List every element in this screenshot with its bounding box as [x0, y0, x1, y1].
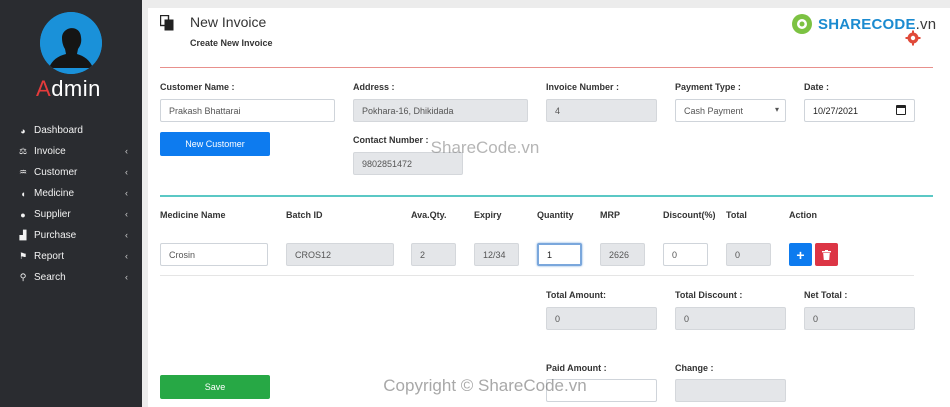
sidebar-item-customer[interactable]: ♒ Customer ‹ [0, 162, 142, 183]
chevron-left-icon: ‹ [125, 188, 128, 198]
net-total-field: 0 [804, 307, 915, 330]
quantity-input[interactable]: 1 [537, 243, 582, 266]
gear-icon [905, 30, 921, 46]
sidebar: Admin ◕ Dashboard ⚖ Invoice ‹ ♒ Customer… [0, 0, 142, 407]
flag-icon: ⚑ [18, 251, 28, 261]
chevron-left-icon: ‹ [125, 230, 128, 240]
date-value: 10/27/2021 [813, 105, 859, 116]
net-total-label: Net Total : [804, 290, 848, 300]
sidebar-item-label: Supplier [34, 209, 71, 220]
paid-amount-label: Paid Amount : [546, 363, 607, 373]
sidebar-item-label: Customer [34, 167, 78, 178]
column-header: MRP [600, 210, 620, 220]
column-header: Ava.Qty. [411, 210, 447, 220]
change-label: Change : [675, 363, 714, 373]
search-icon: ⚲ [19, 272, 27, 282]
batch-id-field: CROS12 [286, 243, 394, 266]
column-header: Action [789, 210, 817, 220]
handshake-icon: ♒ [18, 167, 28, 177]
page-subtitle: Create New Invoice [190, 38, 273, 48]
sidebar-item-label: Medicine [34, 188, 75, 199]
row-total-field: 0 [726, 243, 771, 266]
sidebar-item-purchase[interactable]: ▟ Purchase ‹ [0, 225, 142, 246]
admin-avatar [40, 12, 102, 74]
chevron-left-icon: ‹ [125, 251, 128, 261]
chevron-down-icon: ▾ [774, 105, 779, 114]
delete-row-button[interactable] [815, 243, 838, 266]
medicine-name-input[interactable]: Crosin [160, 243, 268, 266]
customer-name-input[interactable]: Prakash Bhattarai [160, 99, 335, 122]
plus-icon: + [796, 246, 805, 263]
invoice-number-field: 4 [546, 99, 657, 122]
invoice-panel: New Invoice Create New Invoice Customer … [148, 8, 950, 407]
mrp-field: 2626 [600, 243, 645, 266]
address-label: Address : [353, 82, 395, 92]
date-label: Date : [804, 82, 830, 92]
bar-chart-icon: ▟ [19, 230, 27, 240]
sidebar-item-label: Report [34, 251, 65, 262]
column-header: Medicine Name [160, 210, 226, 220]
available-quantity-field: 2 [411, 243, 456, 266]
chevron-left-icon: ‹ [125, 209, 128, 219]
row-divider [160, 275, 914, 276]
sidebar-item-label: Dashboard [34, 125, 83, 136]
column-header: Batch ID [286, 210, 323, 220]
copy-document-icon [160, 15, 174, 31]
sidebar-item-supplier[interactable]: ● Supplier ‹ [0, 204, 142, 225]
watermark-logo-text: SHARECODE [818, 15, 916, 33]
total-amount-label: Total Amount: [546, 290, 606, 300]
total-discount-label: Total Discount : [675, 290, 743, 300]
calendar-icon[interactable] [896, 105, 906, 115]
payment-type-value: Cash Payment [684, 105, 744, 116]
payment-type-select[interactable]: Cash Payment ▾ [675, 99, 786, 122]
chevron-left-icon: ‹ [125, 272, 128, 282]
column-header: Quantity [537, 210, 574, 220]
section-divider [160, 67, 933, 68]
address-field: Pokhara-16, Dhikidada [353, 99, 528, 122]
sidebar-item-report[interactable]: ⚑ Report ‹ [0, 246, 142, 267]
center-watermark: ShareCode.vn [430, 138, 540, 157]
discount-input[interactable]: 0 [663, 243, 708, 266]
chevron-left-icon: ‹ [125, 167, 128, 177]
sidebar-item-medicine[interactable]: ◖ Medicine ‹ [0, 183, 142, 204]
sidebar-item-label: Purchase [34, 230, 77, 241]
capsule-icon: ◖ [20, 188, 26, 199]
column-header: Discount(%) [663, 210, 716, 220]
gear-logo-icon [792, 14, 812, 34]
dashboard-icon: ◕ [20, 125, 26, 136]
page-title: New Invoice [190, 14, 267, 30]
user-silhouette-icon [40, 12, 102, 74]
customer-name-label: Customer Name : [160, 82, 235, 92]
add-row-button[interactable]: + [789, 243, 812, 266]
copyright-watermark: Copyright © ShareCode.vn [383, 376, 587, 395]
column-header: Expiry [474, 210, 502, 220]
sidebar-item-search[interactable]: ⚲ Search ‹ [0, 267, 142, 288]
column-header: Total [726, 210, 747, 220]
expiry-field: 12/34 [474, 243, 519, 266]
sidebar-item-label: Search [34, 272, 66, 283]
total-amount-field: 0 [546, 307, 657, 330]
total-discount-field: 0 [675, 307, 786, 330]
payment-type-label: Payment Type : [675, 82, 741, 92]
trash-icon [822, 249, 831, 260]
users-icon: ● [20, 209, 26, 220]
brand-logo: Admin [36, 76, 101, 101]
section-divider [160, 195, 933, 197]
date-input[interactable]: 10/27/2021 [804, 99, 915, 122]
invoice-number-label: Invoice Number : [546, 82, 620, 92]
